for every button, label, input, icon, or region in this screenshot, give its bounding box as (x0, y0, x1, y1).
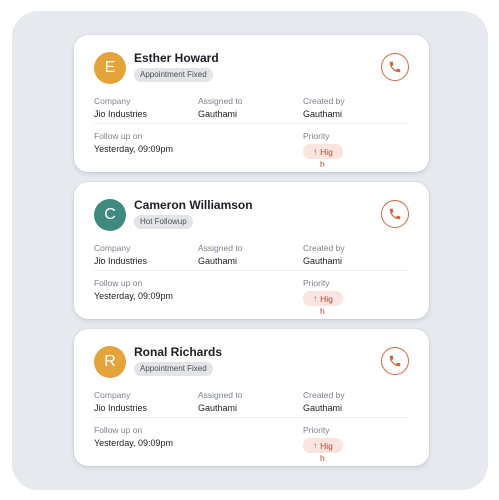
assigned-to-value: Gauthami (198, 403, 238, 413)
priority-label: Priority (303, 425, 330, 435)
lead-card[interactable]: R Ronal Richards Appointment Fixed Compa… (74, 329, 429, 466)
company-label: Company (94, 243, 131, 253)
lead-card[interactable]: C Cameron Williamson Hot Followup Compan… (74, 182, 429, 319)
follow-up-label: Follow up on (94, 278, 143, 288)
created-by-value: Gauthami (303, 109, 343, 119)
call-button[interactable] (381, 347, 409, 375)
lead-name: Esther Howard (134, 51, 219, 65)
follow-up-value: Yesterday, 09:09pm (94, 144, 174, 154)
created-by-value: Gauthami (303, 403, 343, 413)
company-value: Jio Industries (94, 403, 148, 413)
follow-up-label: Follow up on (94, 131, 143, 141)
assigned-to-label: Assigned to (198, 390, 243, 400)
priority-label: Priority (303, 278, 330, 288)
assigned-to-value: Gauthami (198, 256, 238, 266)
priority-badge: ↑ Hig (303, 291, 343, 306)
priority-value-overflow: h (320, 159, 325, 169)
priority-value: Hig (320, 293, 333, 304)
created-by-value: Gauthami (303, 256, 343, 266)
divider (94, 417, 409, 418)
call-button[interactable] (381, 200, 409, 228)
avatar: C (94, 199, 126, 231)
status-badge: Appointment Fixed (134, 68, 213, 82)
lead-name: Cameron Williamson (134, 198, 253, 212)
company-value: Jio Industries (94, 256, 148, 266)
lead-card[interactable]: E Esther Howard Appointment Fixed Compan… (74, 35, 429, 172)
avatar: E (94, 52, 126, 84)
follow-up-value: Yesterday, 09:09pm (94, 438, 174, 448)
created-by-label: Created by (303, 96, 345, 106)
company-value: Jio Industries (94, 109, 148, 119)
divider (94, 270, 409, 271)
follow-up-label: Follow up on (94, 425, 143, 435)
avatar: R (94, 346, 126, 378)
follow-up-value: Yesterday, 09:09pm (94, 291, 174, 301)
call-button[interactable] (381, 53, 409, 81)
created-by-label: Created by (303, 390, 345, 400)
priority-value: Hig (320, 440, 333, 451)
status-badge: Appointment Fixed (134, 362, 213, 376)
assigned-to-value: Gauthami (198, 109, 238, 119)
status-badge: Hot Followup (134, 215, 193, 229)
arrow-up-icon: ↑ (313, 294, 318, 303)
arrow-up-icon: ↑ (313, 441, 318, 450)
priority-badge: ↑ Hig (303, 144, 343, 159)
priority-value-overflow: h (320, 453, 325, 463)
divider (94, 123, 409, 124)
phone-icon (389, 208, 401, 220)
created-by-label: Created by (303, 243, 345, 253)
arrow-up-icon: ↑ (313, 147, 318, 156)
phone-icon (389, 61, 401, 73)
assigned-to-label: Assigned to (198, 96, 243, 106)
priority-badge: ↑ Hig (303, 438, 343, 453)
priority-value: Hig (320, 146, 333, 157)
company-label: Company (94, 96, 131, 106)
assigned-to-label: Assigned to (198, 243, 243, 253)
lead-name: Ronal Richards (134, 345, 223, 359)
company-label: Company (94, 390, 131, 400)
phone-icon (389, 355, 401, 367)
priority-value-overflow: h (320, 306, 325, 316)
priority-label: Priority (303, 131, 330, 141)
